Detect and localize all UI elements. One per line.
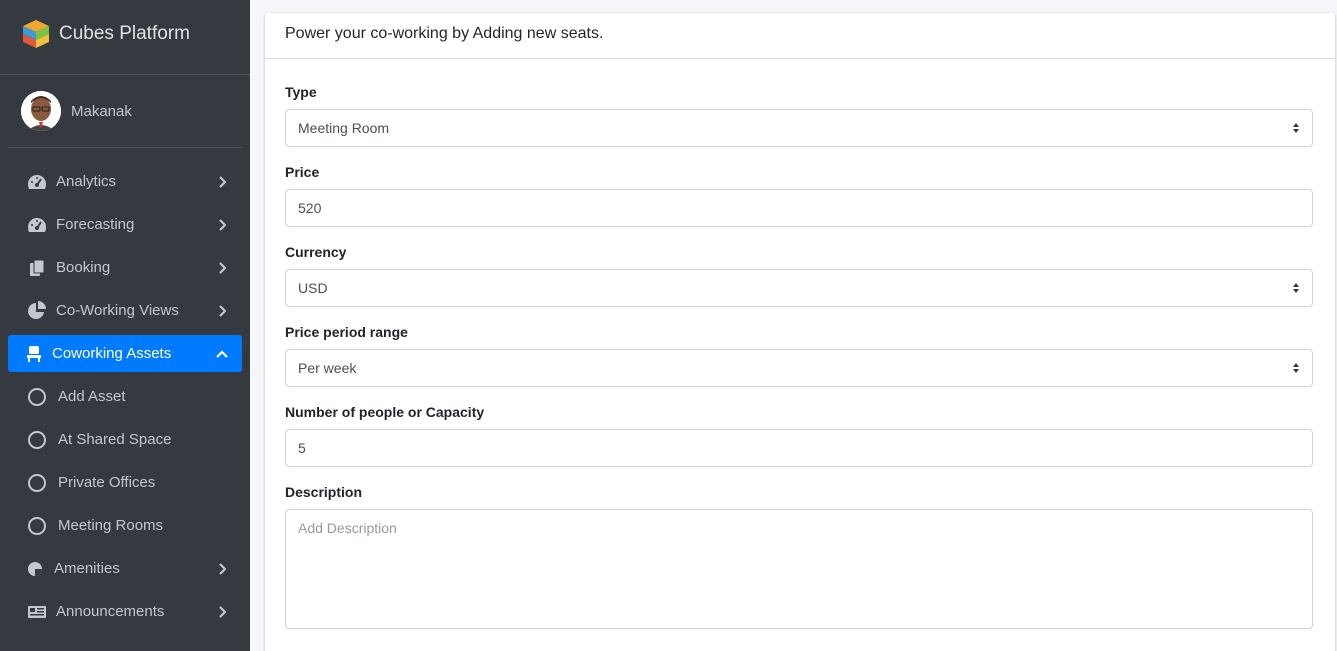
circle-icon <box>26 387 48 407</box>
circle-icon <box>26 430 48 450</box>
sidebar-item-label: Analytics <box>56 173 117 190</box>
card-header: Power your co-working by Adding new seat… <box>265 13 1335 59</box>
sidebar-item-label: Booking <box>56 259 111 276</box>
chevron-right-icon <box>216 605 228 618</box>
sidebar-item-at-shared-space[interactable]: At Shared Space <box>8 421 242 458</box>
sidebar-item-announcements[interactable]: Announcements <box>8 593 242 630</box>
sidebar-item-label: Co-Working Views <box>56 302 179 319</box>
sidebar-nav: Analytics Forecasting Booking Co-Working… <box>0 148 250 630</box>
chevron-right-icon <box>216 175 228 188</box>
price-period-select[interactable]: Per week <box>285 349 1313 387</box>
type-select-value: Meeting Room <box>298 120 390 136</box>
sidebar-item-amenities[interactable]: Amenities <box>8 550 242 587</box>
type-group: Type Meeting Room <box>285 83 1315 147</box>
chevron-right-icon <box>216 304 228 317</box>
price-group: Price 520 <box>285 163 1315 227</box>
sidebar-item-meeting-rooms[interactable]: Meeting Rooms <box>8 507 242 544</box>
capacity-input[interactable]: 5 <box>285 429 1313 467</box>
sidebar-item-label: Meeting Rooms <box>58 517 164 534</box>
sidebar-item-forecasting[interactable]: Forecasting <box>8 206 242 243</box>
sidebar-item-label: Forecasting <box>56 216 135 233</box>
description-textarea[interactable]: Add Description <box>285 509 1313 629</box>
select-arrows-icon <box>1293 123 1299 133</box>
chair-icon <box>26 344 42 364</box>
copy-icon <box>26 258 48 278</box>
sidebar-item-private-offices[interactable]: Private Offices <box>8 464 242 501</box>
add-seat-card: Power your co-working by Adding new seat… <box>265 13 1335 651</box>
brand-link[interactable]: Cubes Platform <box>0 0 250 75</box>
price-period-group: Price period range Per week <box>285 323 1315 387</box>
currency-select[interactable]: USD <box>285 269 1313 307</box>
currency-group: Currency USD <box>285 243 1315 307</box>
description-placeholder: Add Description <box>298 520 397 536</box>
chevron-right-icon <box>216 261 228 274</box>
select-arrows-icon <box>1293 283 1299 293</box>
main-content: Power your co-working by Adding new seat… <box>250 0 1337 651</box>
capacity-input-value: 5 <box>298 440 306 456</box>
capacity-group: Number of people or Capacity 5 <box>285 403 1315 467</box>
cube-logo-icon <box>23 19 49 48</box>
currency-label: Currency <box>285 244 347 260</box>
avatar <box>21 91 61 131</box>
sidebar-item-analytics[interactable]: Analytics <box>8 163 242 200</box>
price-input-value: 520 <box>298 200 322 216</box>
type-select[interactable]: Meeting Room <box>285 109 1313 147</box>
price-period-select-value: Per week <box>298 360 357 376</box>
sidebar-item-add-asset[interactable]: Add Asset <box>8 378 242 415</box>
chevron-right-icon <box>216 218 228 231</box>
currency-select-value: USD <box>298 280 328 296</box>
user-panel[interactable]: Makanak <box>8 75 242 148</box>
description-label: Description <box>285 484 363 500</box>
circle-icon <box>26 516 48 536</box>
type-label: Type <box>285 84 317 100</box>
price-label: Price <box>285 164 320 180</box>
pie-chart-icon <box>26 300 48 321</box>
amenities-icon <box>26 559 44 579</box>
sidebar-item-label: Amenities <box>54 560 120 577</box>
price-input[interactable]: 520 <box>285 189 1313 227</box>
sidebar-item-booking[interactable]: Booking <box>8 249 242 286</box>
sidebar: Cubes Platform Makanak Analytics Forecas… <box>0 0 250 651</box>
select-arrows-icon <box>1293 363 1299 373</box>
chevron-up-icon <box>216 348 228 360</box>
sidebar-item-label: Coworking Assets <box>52 345 172 362</box>
card-body: Type Meeting Room Price 520 Currency USD <box>265 59 1335 629</box>
sidebar-item-label: Announcements <box>56 603 165 620</box>
dashboard-gauge-icon <box>26 172 48 192</box>
sidebar-item-label: Add Asset <box>58 388 126 405</box>
user-name: Makanak <box>71 102 132 120</box>
circle-icon <box>26 473 48 493</box>
price-period-label: Price period range <box>285 324 408 340</box>
description-group: Description Add Description <box>285 483 1315 629</box>
newspaper-icon <box>26 602 48 622</box>
sidebar-item-coworking-assets[interactable]: Coworking Assets <box>8 335 242 372</box>
dashboard-gauge-icon <box>26 215 48 235</box>
sidebar-item-co-working-views[interactable]: Co-Working Views <box>8 292 242 329</box>
capacity-label: Number of people or Capacity <box>285 404 485 420</box>
brand-title: Cubes Platform <box>59 23 190 44</box>
chevron-right-icon <box>216 562 228 575</box>
sidebar-item-label: At Shared Space <box>58 431 172 448</box>
sidebar-item-label: Private Offices <box>58 474 156 491</box>
